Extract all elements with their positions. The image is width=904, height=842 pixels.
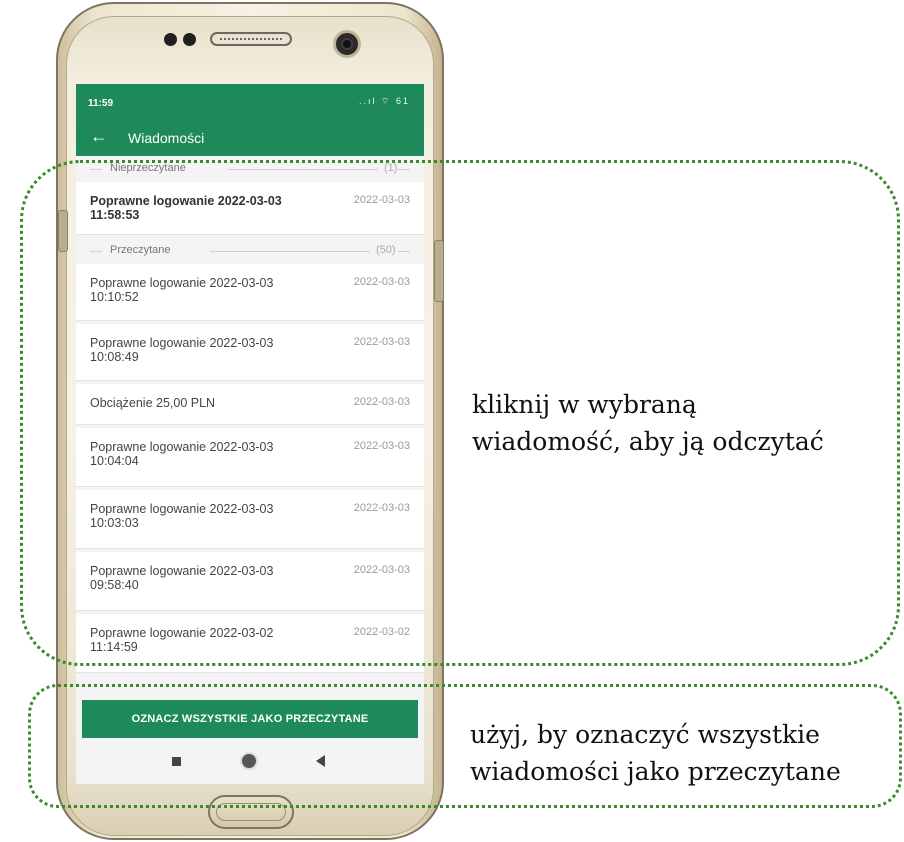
- earpiece-speaker: [210, 32, 292, 46]
- status-time: 11:59: [88, 98, 114, 109]
- messages-callout-text: kliknij w wybraną wiadomość, aby ją odcz…: [472, 386, 824, 460]
- front-camera-icon: [333, 30, 361, 58]
- callout-line: kliknij w wybraną: [472, 390, 697, 419]
- back-arrow-icon[interactable]: ←: [90, 126, 108, 146]
- page-title: Wiadomości: [128, 130, 205, 146]
- callout-line: wiadomość, aby ją odczytać: [472, 427, 824, 456]
- button-callout-text: użyj, by oznaczyć wszystkie wiadomości j…: [470, 716, 841, 790]
- callout-line: wiadomości jako przeczytane: [470, 757, 841, 786]
- signal-wifi-battery-icon: ..ıl ⌔ 61: [359, 96, 410, 106]
- sensor-dots: [164, 33, 204, 49]
- callout-line: użyj, by oznaczyć wszystkie: [470, 720, 820, 749]
- status-bar: 11:59 ..ıl ⌔ 61: [76, 84, 424, 120]
- app-bar: ← Wiadomości: [76, 120, 424, 156]
